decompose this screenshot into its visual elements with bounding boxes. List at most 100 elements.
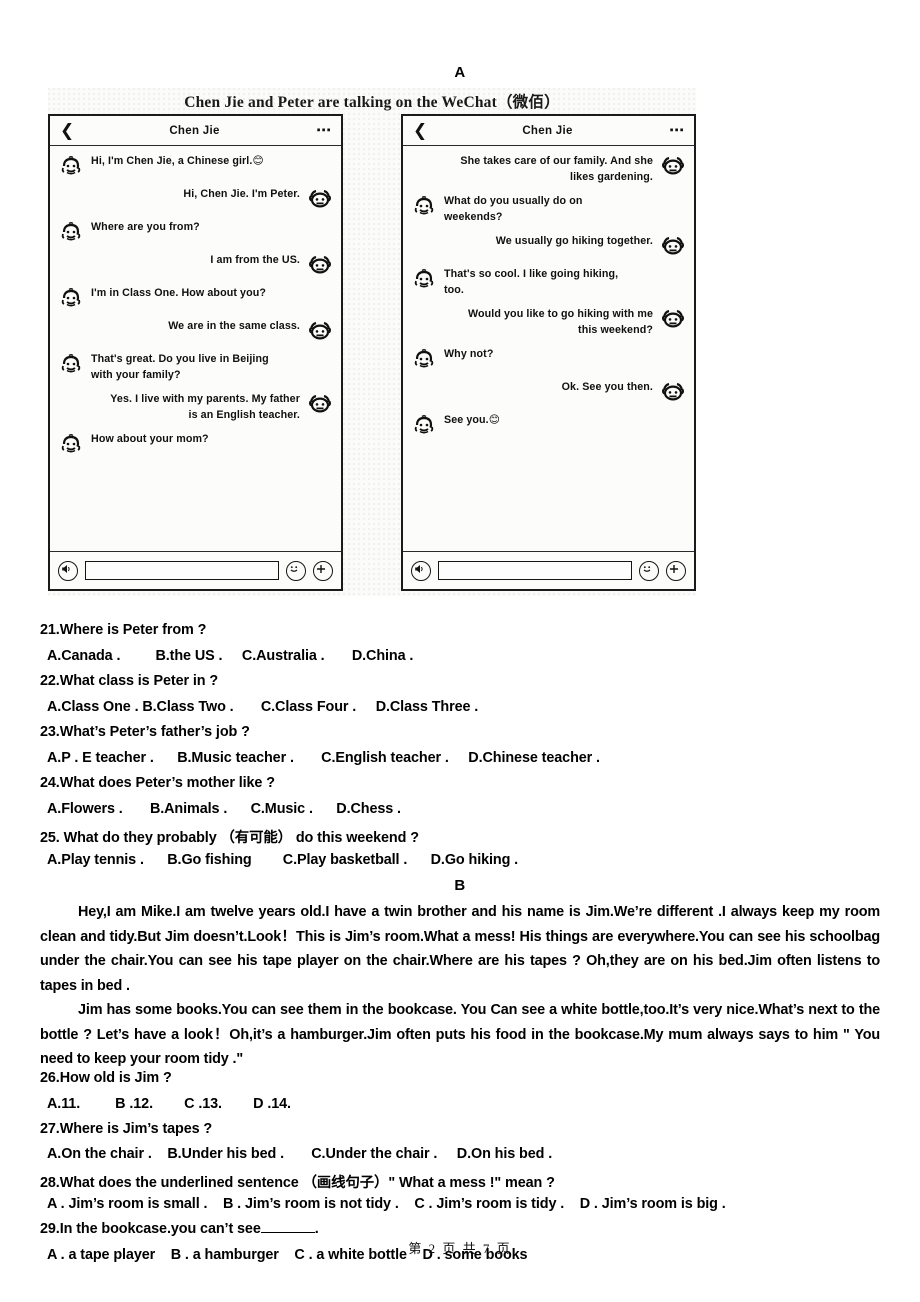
passage-b-paragraph-2: Jim has some books.You can see them in t… <box>40 998 880 1072</box>
avatar-chen-jie[interactable] <box>58 432 84 456</box>
chat-message-text: Would you like to go hiking with me this… <box>468 308 653 336</box>
question-24-stem: 24.What does Peter’s mother like ? <box>40 775 275 791</box>
smiley-emoji-icon[interactable] <box>639 560 659 581</box>
chevron-left-icon[interactable]: ❮ <box>60 122 76 139</box>
chat-message: Ok. See you then. <box>411 380 686 404</box>
chat-text-input-left[interactable] <box>85 561 279 580</box>
chat-message-text: Why not? <box>444 348 494 361</box>
chat-message-text: Where are you from? <box>91 221 200 233</box>
chat-message: Yes. I live with my parents. My father i… <box>58 392 333 423</box>
chat-message-text: I am from the US. <box>210 254 300 266</box>
question-27-stem: 27.Where is Jim’s tapes ? <box>40 1121 213 1137</box>
voice-speaker-icon[interactable] <box>411 560 431 581</box>
question-21-stem: 21.Where is Peter from ? <box>40 622 207 638</box>
chat-message: I am from the US. <box>58 253 333 277</box>
chat-header-left: ❮ Chen Jie ⋯ <box>50 116 341 146</box>
chat-message: Where are you from? <box>58 220 333 244</box>
chat-message-text: What do you usually do on weekends? <box>444 195 583 223</box>
chat-message: We are in the same class. <box>58 319 333 343</box>
chat-message-text: That's great. Do you live in Beijing wit… <box>91 353 269 381</box>
chat-message: What do you usually do on weekends? <box>411 194 686 225</box>
question-22-stem: 22.What class is Peter in ? <box>40 673 219 689</box>
question-22-options[interactable]: A.Class One . B.Class Two . C.Class Four… <box>47 699 478 715</box>
question-29-stem: 29.In the bookcase.you can’t see. <box>40 1221 319 1237</box>
question-23-options[interactable]: A.P . E teacher . B.Music teacher . C.En… <box>47 750 600 766</box>
exam-page: A Chen Jie and Peter are talking on the … <box>0 0 920 1302</box>
chat-message: How about your mom? <box>58 432 333 456</box>
avatar-chen-jie[interactable] <box>411 267 437 291</box>
chat-message-text: I'm in Class One. How about you? <box>91 287 266 299</box>
avatar-chen-jie[interactable] <box>58 286 84 310</box>
page-footer: 第 2 页 共 7 页 <box>408 1241 512 1256</box>
avatar-chen-jie[interactable] <box>58 154 84 178</box>
figure-caption: Chen Jie and Peter are talking on the We… <box>184 94 560 111</box>
chat-message: Hi, I'm Chen Jie, a Chinese girl.😊 <box>58 154 333 178</box>
chat-title-left: Chen Jie <box>169 124 220 137</box>
question-29-stem-pre: 29.In the bookcase.you can’t see <box>40 1221 261 1237</box>
question-25-options[interactable]: A.Play tennis . B.Go fishing C.Play bask… <box>47 852 518 868</box>
chat-message-text: See you.😊 <box>444 414 500 427</box>
chat-message-list-right: She takes care of our family. And she li… <box>403 146 694 550</box>
question-24-options[interactable]: A.Flowers . B.Animals . C.Music . D.Ches… <box>47 801 401 817</box>
chat-header-right: ❮ Chen Jie ⋯ <box>403 116 694 146</box>
section-b-label: B <box>454 877 466 894</box>
chat-message: We usually go hiking together. <box>411 234 686 258</box>
plus-circle-icon[interactable] <box>313 560 333 581</box>
chat-message-list-left: Hi, I'm Chen Jie, a Chinese girl.😊 Hi, Ch… <box>50 146 341 550</box>
question-26-options[interactable]: A.11. B .12. C .13. D .14. <box>47 1096 291 1112</box>
voice-speaker-icon[interactable] <box>58 560 78 581</box>
chat-message-text: Hi, I'm Chen Jie, a Chinese girl.😊 <box>91 155 264 167</box>
avatar-peter[interactable] <box>307 187 333 211</box>
question-28-stem: 28.What does the underlined sentence （画线… <box>40 1175 555 1191</box>
chat-title-right: Chen Jie <box>522 124 573 137</box>
question-26-stem: 26.How old is Jim ? <box>40 1070 172 1086</box>
avatar-chen-jie[interactable] <box>411 194 437 218</box>
avatar-peter[interactable] <box>660 307 686 331</box>
question-21-options[interactable]: A.Canada . B.the US . C.Australia . D.Ch… <box>47 648 413 664</box>
answer-blank[interactable] <box>260 1232 315 1233</box>
chat-message-text: Yes. I live with my parents. My father i… <box>110 393 300 421</box>
question-29-stem-post: . <box>314 1221 319 1237</box>
avatar-peter[interactable] <box>307 392 333 416</box>
chat-message-text: That's so cool. I like going hiking, too… <box>444 268 619 296</box>
question-27-options[interactable]: A.On the chair . B.Under his bed . C.Und… <box>47 1146 552 1162</box>
avatar-chen-jie[interactable] <box>411 347 437 371</box>
question-25-stem: 25. What do they probably （有可能） do this … <box>40 830 419 846</box>
chat-message: Hi, Chen Jie. I'm Peter. <box>58 187 333 211</box>
avatar-chen-jie[interactable] <box>58 352 84 376</box>
chat-message-text: We usually go hiking together. <box>495 235 653 248</box>
avatar-chen-jie[interactable] <box>58 220 84 244</box>
chat-message: She takes care of our family. And she li… <box>411 154 686 185</box>
chat-message-text: She takes care of our family. And she li… <box>460 155 653 183</box>
question-28-options[interactable]: A . Jim’s room is small . B . Jim’s room… <box>47 1196 726 1212</box>
chevron-left-icon[interactable]: ❮ <box>413 122 429 139</box>
chat-message: Would you like to go hiking with me this… <box>411 307 686 338</box>
avatar-peter[interactable] <box>660 234 686 258</box>
avatar-peter[interactable] <box>660 154 686 178</box>
chat-message: That's great. Do you live in Beijing wit… <box>58 352 333 383</box>
question-23-stem: 23.What’s Peter’s father’s job ? <box>40 724 250 740</box>
chat-text-input-right[interactable] <box>438 561 632 580</box>
avatar-peter[interactable] <box>307 253 333 277</box>
plus-circle-icon[interactable] <box>666 560 686 581</box>
chat-message-text: We are in the same class. <box>168 320 300 332</box>
chat-message-text: Ok. See you then. <box>561 381 653 394</box>
wechat-phone-right: ❮ Chen Jie ⋯ She takes care of our famil… <box>401 114 696 591</box>
chat-message: That's so cool. I like going hiking, too… <box>411 267 686 298</box>
more-dots-icon[interactable]: ⋯ <box>666 123 684 138</box>
wechat-phone-left: ❮ Chen Jie ⋯ Hi, I'm Chen Jie, a Chinese… <box>48 114 343 591</box>
avatar-peter[interactable] <box>307 319 333 343</box>
chat-message: I'm in Class One. How about you? <box>58 286 333 310</box>
chat-message: Why not? <box>411 347 686 371</box>
avatar-peter[interactable] <box>660 380 686 404</box>
passage-text: Hey,I am Mike.I am twelve years old.I ha… <box>40 904 880 994</box>
more-dots-icon[interactable]: ⋯ <box>313 123 331 138</box>
chat-message-text: Hi, Chen Jie. I'm Peter. <box>183 188 300 200</box>
section-a-label: A <box>454 64 466 81</box>
passage-text: Jim has some books.You can see them in t… <box>40 1002 880 1068</box>
chat-input-bar-right <box>403 551 694 589</box>
smiley-emoji-icon[interactable] <box>286 560 306 581</box>
wechat-scan-figure: Chen Jie and Peter are talking on the We… <box>48 88 696 596</box>
avatar-chen-jie[interactable] <box>411 413 437 437</box>
chat-input-bar-left <box>50 551 341 589</box>
